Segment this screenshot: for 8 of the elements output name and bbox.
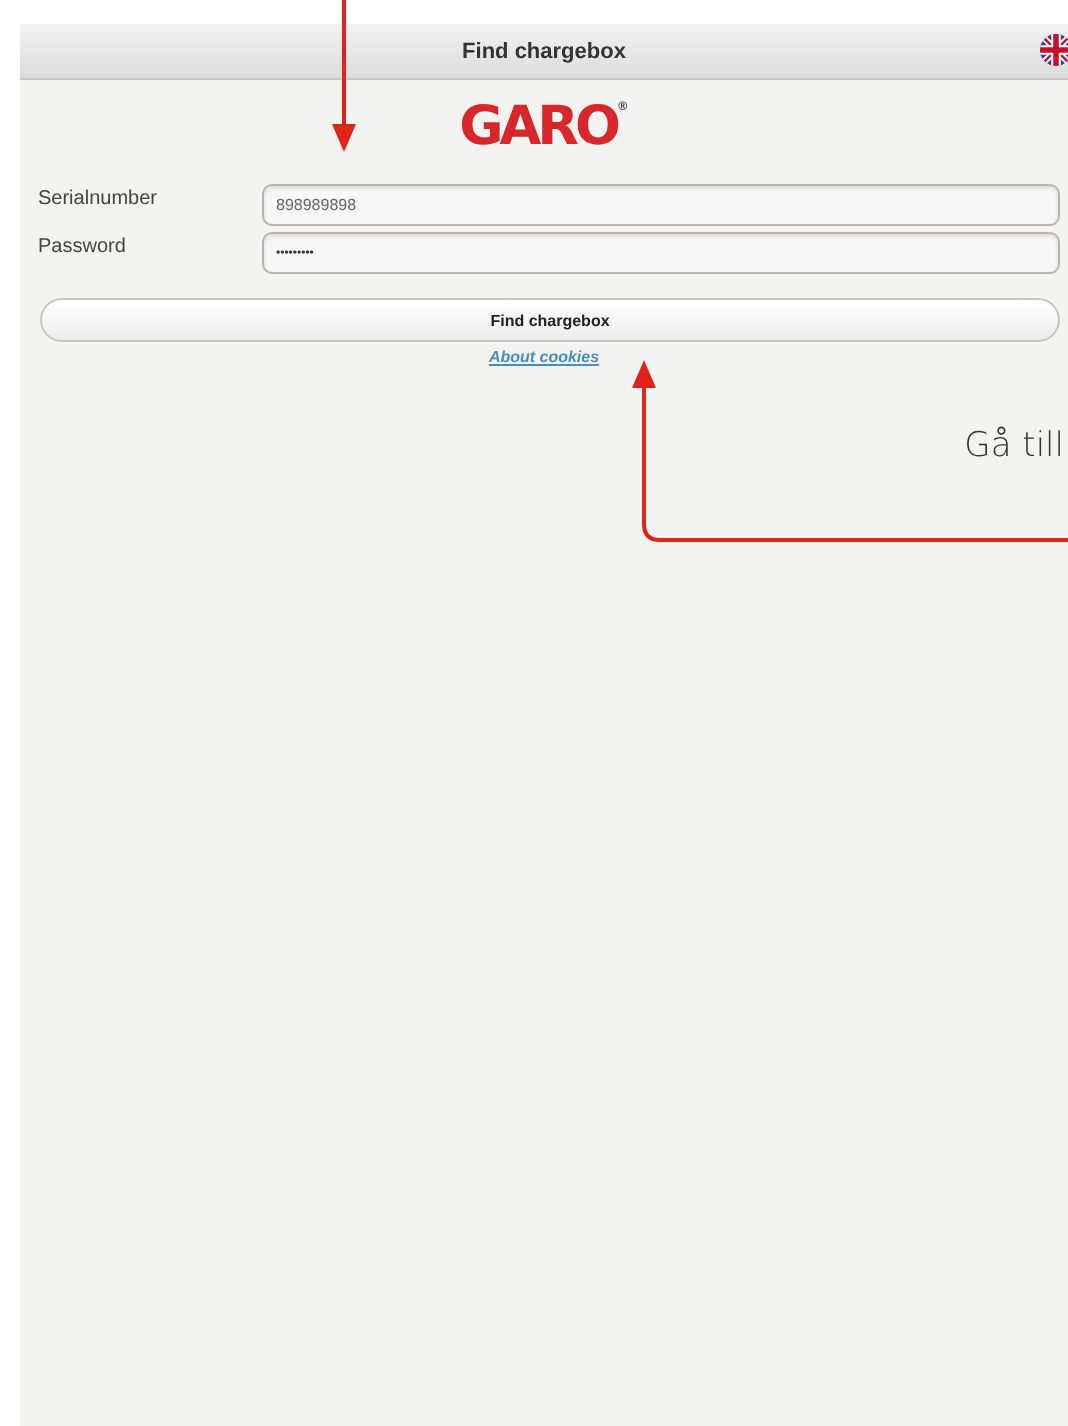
page-title: Find chargebox — [462, 39, 626, 63]
flag-icon[interactable] — [1040, 34, 1068, 66]
field-label: Password — [38, 234, 128, 258]
brand-logo: GARO$^{®}$ — [459, 98, 629, 158]
field-label: Serialnumber — [38, 186, 159, 210]
serial-number-field[interactable]: 898989898 — [262, 184, 1060, 226]
find-chargebox-button[interactable]: Find chargebox — [40, 298, 1060, 342]
annotation-text: Gå till — [964, 426, 1064, 466]
